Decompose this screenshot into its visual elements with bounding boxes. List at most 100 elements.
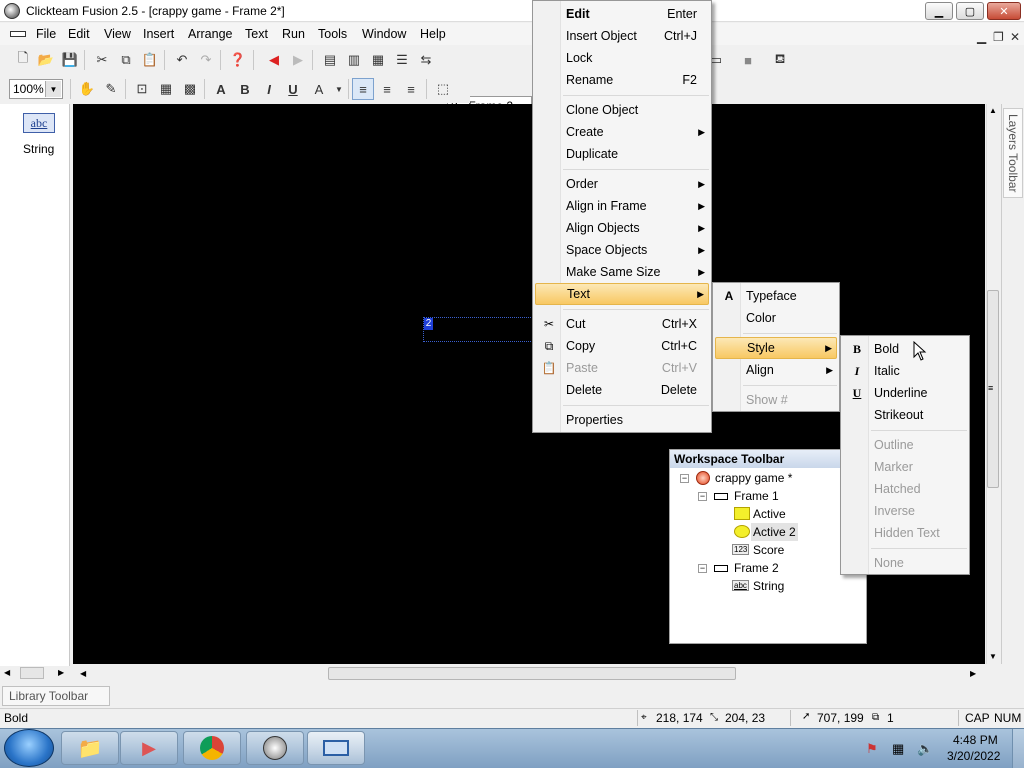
collapse-icon[interactable]: − [680, 474, 689, 483]
menu-item-outline[interactable]: Outline [843, 434, 967, 456]
collapse-icon[interactable]: − [698, 492, 707, 501]
edit-icon[interactable]: ✎ [100, 78, 122, 100]
menu-item-hatched[interactable]: Hatched [843, 478, 967, 500]
menu-item-rename[interactable]: Rename F2 [535, 69, 709, 91]
menu-item-align-in-frame[interactable]: Align in Frame ▶ [535, 195, 709, 217]
scroll-left-icon[interactable]: ◀ [4, 668, 10, 677]
menu-item-order[interactable]: Order ▶ [535, 173, 709, 195]
menu-window[interactable]: Window [362, 27, 406, 41]
mdi-restore-icon[interactable]: ❐ [993, 30, 1004, 44]
storyboard-editor-icon[interactable]: ▤ [319, 49, 341, 71]
paste-icon[interactable]: 📋 [139, 49, 161, 71]
menu-insert[interactable]: Insert [143, 27, 174, 41]
open-folder-icon[interactable]: 📂 [35, 49, 57, 71]
menu-item-copy[interactable]: ⧉ Copy Ctrl+C [535, 335, 709, 357]
app-icon[interactable] [4, 3, 20, 19]
cut-icon[interactable]: ✂ [91, 49, 113, 71]
menu-item-cut[interactable]: ✂ Cut Ctrl+X [535, 313, 709, 335]
help-icon[interactable]: ❓ [227, 49, 249, 71]
menu-item-inverse[interactable]: Inverse [843, 500, 967, 522]
scroll-right-icon[interactable]: ▶ [58, 668, 64, 677]
scroll-down-icon[interactable]: ▼ [989, 652, 997, 661]
menu-item-typeface[interactable]: A Typeface [715, 285, 837, 307]
forward-icon[interactable]: ▶ [287, 49, 309, 71]
volume-icon[interactable]: 🔈 [917, 741, 933, 757]
align-right-icon[interactable]: ≡ [400, 78, 422, 100]
chevron-down-icon[interactable]: ▼ [45, 81, 61, 97]
scroll-left-icon[interactable]: ◀ [80, 669, 86, 678]
menu-item-delete[interactable]: Delete Delete [535, 379, 709, 401]
tree-frame-2[interactable]: Frame 2 [734, 559, 779, 577]
snap-icon[interactable]: ⊡ [131, 78, 153, 100]
tree-score[interactable]: Score [753, 541, 784, 559]
menu-text[interactable]: Text [245, 27, 268, 41]
menu-item-clone-object[interactable]: Clone Object [535, 99, 709, 121]
italic-icon[interactable]: I [258, 78, 280, 100]
maximize-button[interactable]: ▢ [956, 2, 984, 20]
menu-item-edit[interactable]: Edit Enter [535, 3, 709, 25]
taskbar-active-window[interactable] [307, 731, 365, 765]
typeface-icon[interactable]: A [210, 78, 232, 100]
taskbar-chrome[interactable] [183, 731, 241, 765]
menu-view[interactable]: View [104, 27, 131, 41]
action-center-icon[interactable]: ⚑ [866, 741, 878, 757]
menu-tools[interactable]: Tools [318, 27, 347, 41]
grid-icon[interactable]: ▦ [155, 78, 177, 100]
grid-setup-icon[interactable]: ▩ [179, 78, 201, 100]
start-button[interactable] [4, 729, 54, 767]
library-hscroll[interactable]: ◀ ▶ [0, 666, 70, 682]
menu-item-marker[interactable]: Marker [843, 456, 967, 478]
build-icon[interactable]: ⛾ [769, 49, 791, 71]
tree-app[interactable]: crappy game * [715, 469, 792, 487]
bold-icon[interactable]: B [234, 78, 256, 100]
event-list-icon[interactable]: ☰ [391, 49, 413, 71]
menu-item-underline[interactable]: U Underline [843, 382, 967, 404]
show-desktop-button[interactable] [1012, 729, 1024, 768]
menu-item-hidden-text[interactable]: Hidden Text [843, 522, 967, 544]
tree-string[interactable]: String [753, 577, 784, 595]
menu-item-space-objects[interactable]: Space Objects ▶ [535, 239, 709, 261]
layers-toolbar-tab[interactable]: Layers Toolbar [1003, 108, 1023, 198]
menu-item-none[interactable]: None [843, 552, 967, 574]
zoom-select[interactable]: 100% ▼ [9, 79, 63, 99]
frame-editor-icon[interactable]: ▥ [343, 49, 365, 71]
minimize-button[interactable]: ▁ [925, 2, 953, 20]
menu-item-insert-object[interactable]: Insert Object Ctrl+J [535, 25, 709, 47]
menu-edit[interactable]: Edit [68, 27, 90, 41]
menu-item-strikeout[interactable]: Strikeout [843, 404, 967, 426]
menu-item-text[interactable]: Text ▶ [535, 283, 709, 305]
copy-icon[interactable]: ⧉ [115, 49, 137, 71]
text-color-icon[interactable]: A [308, 78, 330, 100]
taskbar-explorer[interactable]: 📁 [61, 731, 119, 765]
menu-item-duplicate[interactable]: Duplicate [535, 143, 709, 165]
undo-icon[interactable]: ↶ [171, 49, 193, 71]
menu-item-paste[interactable]: 📋 Paste Ctrl+V [535, 357, 709, 379]
library-toolbar-tab[interactable]: Library Toolbar [2, 686, 110, 706]
stop-icon[interactable]: ■ [737, 49, 759, 71]
mdi-minimize-icon[interactable]: ▁ [977, 30, 986, 44]
menu-item-lock[interactable]: Lock [535, 47, 709, 69]
menu-item-color[interactable]: Color [715, 307, 837, 329]
menu-arrange[interactable]: Arrange [188, 27, 232, 41]
align-center-icon[interactable]: ≡ [376, 78, 398, 100]
taskbar-clickteam[interactable] [246, 731, 304, 765]
tree-active[interactable]: Active [753, 505, 786, 523]
menu-item-style[interactable]: Style ▶ [715, 337, 837, 359]
new-file-icon[interactable]: 🗋 [12, 49, 34, 71]
color-dropdown-icon[interactable]: ▼ [328, 78, 350, 100]
menu-item-align[interactable]: Align ▶ [715, 359, 837, 381]
tree-active-2[interactable]: Active 2 [751, 523, 798, 541]
menu-item-properties[interactable]: Properties [535, 409, 709, 431]
horizontal-scroll-thumb[interactable] [328, 667, 736, 680]
save-icon[interactable]: 💾 [59, 49, 81, 71]
string-object-icon[interactable]: abc [23, 113, 55, 133]
hand-icon[interactable]: ✋ [76, 78, 98, 100]
mdi-close-icon[interactable]: ✕ [1010, 30, 1020, 44]
tray-date[interactable]: 3/20/2022 [947, 749, 1000, 763]
collapse-icon[interactable]: − [698, 564, 707, 573]
underline-icon[interactable]: U [282, 78, 304, 100]
fit-frame-icon[interactable]: ⬚ [432, 78, 454, 100]
menu-item-italic[interactable]: I Italic [843, 360, 967, 382]
system-menu-icon[interactable] [10, 31, 26, 37]
menu-file[interactable]: File [36, 27, 56, 41]
